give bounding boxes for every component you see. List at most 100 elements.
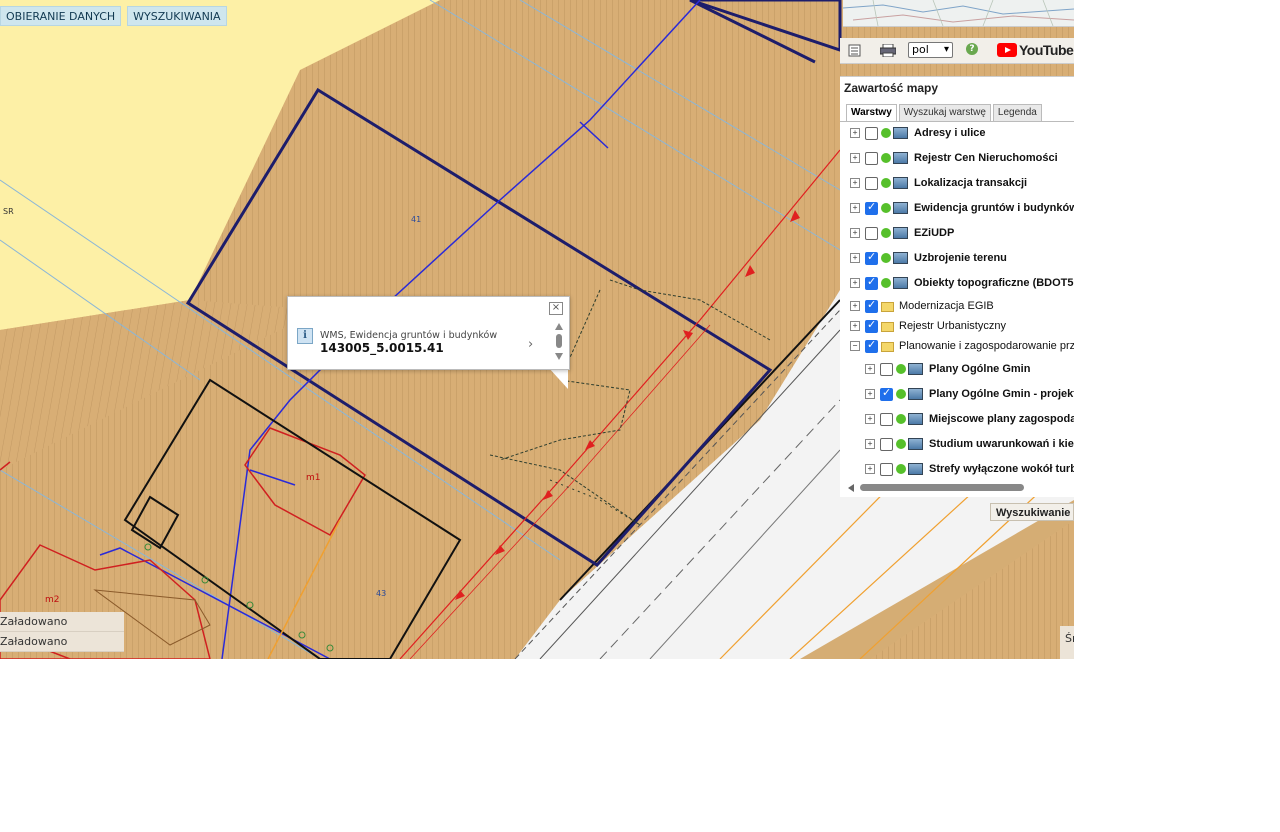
expand-icon[interactable]: + — [850, 178, 860, 188]
layer-row[interactable]: + Ewidencja gruntów i budynków — [850, 198, 1074, 218]
layer-checkbox[interactable] — [865, 250, 878, 265]
chevron-right-icon[interactable]: › — [528, 337, 533, 352]
layer-checkbox[interactable] — [880, 362, 893, 376]
overview-minimap[interactable] — [843, 0, 1074, 27]
layer-checkbox[interactable] — [865, 298, 878, 313]
label-parcel-43: 43 — [376, 589, 386, 598]
layer-row[interactable]: + Plany Ogólne Gmin - projekty — [865, 384, 1074, 404]
scroll-thumb[interactable] — [556, 334, 562, 348]
expand-icon[interactable]: + — [850, 203, 860, 213]
right-toolbar: pol ? YouTube — [840, 38, 1074, 64]
layer-row[interactable]: + Adresy i ulice — [850, 123, 986, 143]
layer-row[interactable]: − Planowanie i zagospodarowanie przestrze… — [850, 336, 1074, 356]
layer-checkbox[interactable] — [865, 226, 878, 240]
scroll-down-icon[interactable] — [555, 353, 563, 360]
wms-icon — [893, 152, 908, 164]
layer-name: Uzbrojenie terenu — [914, 252, 1007, 264]
expand-icon[interactable]: + — [850, 278, 860, 288]
layer-name: Plany Ogólne Gmin - projekty — [929, 388, 1074, 400]
layer-list-hscroll[interactable] — [846, 483, 1074, 492]
tab-legend[interactable]: Legenda — [992, 104, 1042, 121]
scroll-left-icon[interactable] — [848, 484, 854, 492]
layer-checkbox[interactable] — [880, 462, 893, 476]
popup-tail — [548, 367, 568, 389]
layer-name: Miejscowe plany zagospodarowania — [929, 413, 1074, 425]
map-viewport[interactable]: SR 41 43 m1 m2 OBIERANIE DANYCH WYSZUKIW… — [0, 0, 1074, 659]
wms-icon — [908, 363, 923, 375]
map-contents-panel: Zawartość mapy Warstwy Wyszukaj warstwę … — [840, 76, 1074, 497]
layer-checkbox[interactable] — [865, 318, 878, 333]
status-dot-icon — [896, 389, 906, 399]
expand-icon[interactable]: + — [865, 389, 875, 399]
youtube-label: YouTube — [1019, 42, 1074, 58]
scroll-up-icon[interactable] — [555, 323, 563, 330]
layer-row[interactable]: + Modernizacja EGIB — [850, 296, 994, 316]
layer-row[interactable]: + Rejestr Cen Nieruchomości — [850, 148, 1058, 168]
layer-checkbox[interactable] — [865, 151, 878, 165]
hscroll-thumb[interactable] — [860, 484, 1024, 491]
layer-row[interactable]: + EZiUDP — [850, 223, 954, 243]
layer-row[interactable]: + Uzbrojenie terenu — [850, 248, 1007, 268]
layer-checkbox[interactable] — [880, 437, 893, 451]
youtube-icon — [997, 43, 1017, 57]
search-panel-tab[interactable]: Wyszukiwanie — [990, 503, 1074, 521]
layer-row[interactable]: + Rejestr Urbanistyczny — [850, 316, 1006, 336]
language-select[interactable]: pol — [908, 42, 953, 58]
status-dot-icon — [881, 153, 891, 163]
popup-scrollbar[interactable] — [554, 323, 564, 365]
expand-icon[interactable]: + — [850, 228, 860, 238]
layer-checkbox[interactable] — [865, 338, 878, 353]
layer-checkbox[interactable] — [865, 176, 878, 190]
status-dot-icon — [896, 464, 906, 474]
tab-layers[interactable]: Warstwy — [846, 104, 897, 121]
status-dot-icon — [896, 414, 906, 424]
layer-row[interactable]: + Studium uwarunkowań i kierunków — [865, 434, 1074, 454]
folder-icon — [881, 302, 894, 312]
layer-row[interactable]: + Lokalizacja transakcji — [850, 173, 1027, 193]
label-sr: SR — [3, 207, 14, 216]
expand-icon[interactable]: + — [865, 414, 875, 424]
expand-icon[interactable]: + — [865, 439, 875, 449]
help-icon[interactable]: ? — [966, 43, 978, 55]
tab-divider — [840, 121, 1074, 122]
layer-checkbox[interactable] — [865, 275, 878, 290]
status-line-2: Załadowano — [0, 632, 124, 652]
expand-icon[interactable]: + — [850, 301, 860, 311]
expand-icon[interactable]: + — [850, 321, 860, 331]
expand-icon[interactable]: + — [865, 364, 875, 374]
wms-icon — [893, 277, 908, 289]
expand-icon[interactable]: + — [850, 128, 860, 138]
corner-tag: Śr — [1060, 626, 1074, 659]
close-icon[interactable]: × — [549, 302, 563, 315]
expand-icon[interactable]: + — [850, 253, 860, 263]
status-line-1: Załadowano — [0, 612, 124, 632]
expand-icon[interactable]: + — [865, 464, 875, 474]
wms-icon — [908, 413, 923, 425]
layer-checkbox[interactable] — [865, 200, 878, 215]
layer-checkbox[interactable] — [880, 412, 893, 426]
list-icon[interactable] — [848, 44, 861, 57]
label-building-m1: m1 — [306, 473, 321, 483]
download-data-button[interactable]: OBIERANIE DANYCH — [0, 6, 122, 26]
youtube-link[interactable]: YouTube — [997, 41, 1074, 59]
tab-search-layer[interactable]: Wyszukaj warstwę — [898, 104, 991, 121]
layer-checkbox[interactable] — [880, 386, 893, 401]
layer-row[interactable]: + Plany Ogólne Gmin — [865, 359, 1030, 379]
folder-icon — [881, 342, 894, 352]
collapse-icon[interactable]: − — [850, 341, 860, 351]
layer-name: Adresy i ulice — [914, 127, 986, 139]
label-building-m2: m2 — [45, 595, 60, 605]
layer-name: Rejestr Urbanistyczny — [899, 320, 1006, 332]
info-icon: i — [297, 328, 313, 344]
top-toolbar: OBIERANIE DANYCH WYSZUKIWANIA — [0, 6, 227, 26]
layer-row[interactable]: + Obiekty topograficzne (BDOT500) — [850, 273, 1074, 293]
panel-title: Zawartość mapy — [844, 81, 939, 95]
layer-row[interactable]: + Strefy wyłączone wokół turbin — [865, 459, 1074, 479]
search-button[interactable]: WYSZUKIWANIA — [127, 6, 227, 26]
layer-checkbox[interactable] — [865, 126, 878, 140]
wms-icon — [893, 252, 908, 264]
print-icon[interactable] — [880, 44, 896, 57]
expand-icon[interactable]: + — [850, 153, 860, 163]
layer-row[interactable]: + Miejscowe plany zagospodarowania — [865, 409, 1074, 429]
layer-name: Lokalizacja transakcji — [914, 177, 1028, 189]
